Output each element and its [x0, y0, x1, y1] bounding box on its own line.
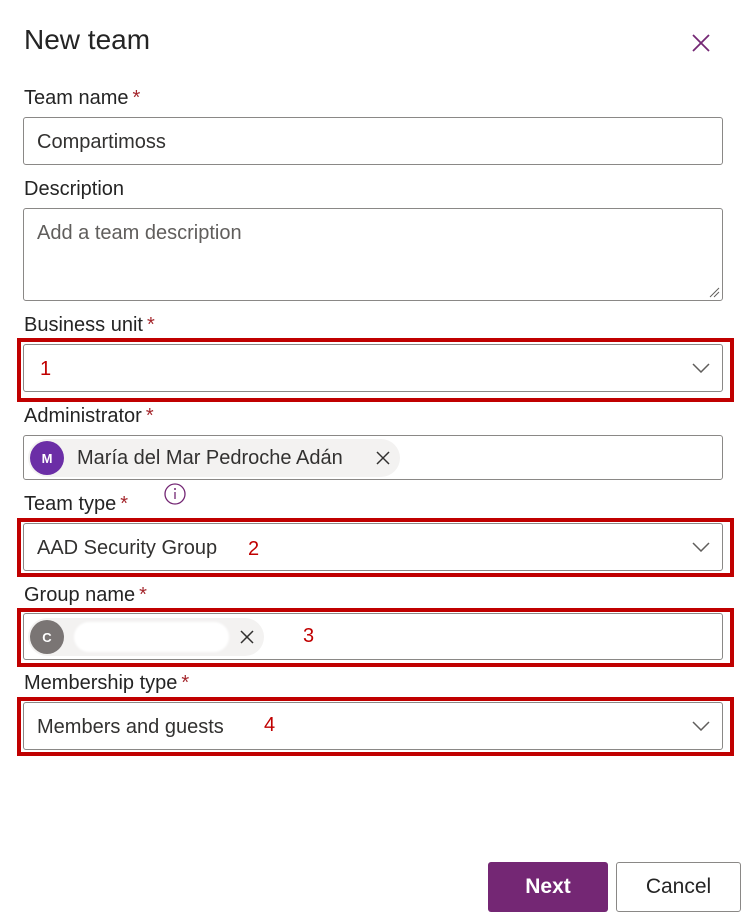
- cancel-button[interactable]: Cancel: [616, 862, 741, 912]
- group-name-tag: C: [28, 618, 264, 656]
- description-placeholder: Add a team description: [37, 222, 242, 244]
- required-mark: *: [181, 672, 190, 694]
- dialog-title: New team: [24, 24, 151, 55]
- group-name-lookup[interactable]: C: [23, 613, 723, 660]
- team-name-value: Compartimoss: [37, 131, 166, 153]
- remove-icon[interactable]: [376, 451, 390, 465]
- annotation-marker-2: 2: [248, 538, 260, 560]
- required-mark: *: [139, 584, 147, 606]
- avatar: M: [30, 441, 64, 475]
- info-icon[interactable]: [164, 483, 186, 505]
- administrator-label: Administrator *: [24, 405, 154, 427]
- administrator-lookup[interactable]: M María del Mar Pedroche Adán: [23, 435, 723, 480]
- team-type-dropdown[interactable]: AAD Security Group: [23, 523, 723, 571]
- administrator-tag: M María del Mar Pedroche Adán: [28, 439, 400, 477]
- annotation-marker-4: 4: [264, 714, 276, 736]
- team-type-value: AAD Security Group: [37, 537, 218, 559]
- team-name-input[interactable]: Compartimoss: [23, 117, 723, 165]
- avatar: C: [30, 620, 64, 654]
- close-icon[interactable]: [688, 30, 714, 56]
- chevron-down-icon: [692, 721, 710, 731]
- required-mark: *: [132, 87, 141, 109]
- business-unit-label: Business unit *: [24, 314, 155, 336]
- description-textarea[interactable]: Add a team description: [23, 208, 723, 301]
- team-type-label: Team type *: [24, 493, 129, 515]
- required-mark: *: [146, 314, 155, 336]
- annotation-marker-3: 3: [303, 625, 315, 647]
- remove-icon[interactable]: [240, 630, 254, 644]
- membership-type-label: Membership type *: [24, 672, 190, 694]
- administrator-name: María del Mar Pedroche Adán: [77, 446, 343, 469]
- annotation-marker-1: 1: [40, 358, 52, 380]
- membership-type-value: Members and guests: [37, 716, 224, 738]
- team-name-label: Team name *: [24, 87, 141, 109]
- required-mark: *: [120, 493, 129, 515]
- required-mark: *: [145, 405, 154, 427]
- next-button[interactable]: Next: [488, 862, 608, 912]
- chevron-down-icon: [692, 363, 710, 373]
- chevron-down-icon: [692, 542, 710, 552]
- group-name-label: Group name *: [24, 584, 147, 606]
- resize-handle-icon[interactable]: [708, 286, 720, 298]
- business-unit-dropdown[interactable]: [23, 344, 723, 392]
- redacted-group-name: [74, 622, 229, 652]
- description-label: Description: [24, 178, 125, 200]
- membership-type-dropdown[interactable]: Members and guests: [23, 702, 723, 750]
